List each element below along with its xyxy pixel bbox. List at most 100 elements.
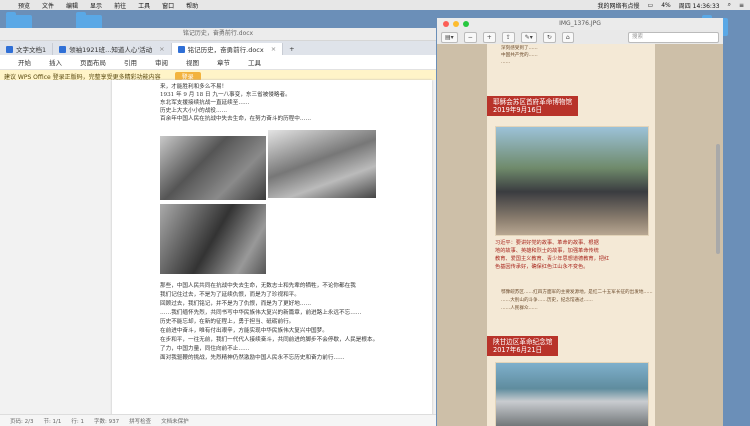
tab-label: 铭记历史，奋勇前行.docx <box>187 46 264 54</box>
paragraph: 在步和平，一往无前，我们一代代人接续奋斗，共同前进的脚步不会停歇，人民是根本。 <box>160 337 379 343</box>
image-text: 鄂豫皖苏区……红四方面军的主要发源地，是红二十五军长征的出发地…… <box>501 290 653 295</box>
menu-app[interactable]: 预览 <box>18 1 30 10</box>
quote-line: 色基因传承好，确保红色江山永不变色。 <box>495 264 589 270</box>
menu-view[interactable]: 显示 <box>90 1 102 10</box>
menu-tools[interactable]: 工具 <box>138 1 150 10</box>
paragraph: 我们记住过去，不是为了延续仇恨，而是为了珍视和平。 <box>160 292 300 298</box>
paragraph: 1931 年 9 月 18 日 九一八事变，东三省被侵略者。 <box>160 92 291 98</box>
search-icon[interactable]: ⌕ <box>728 1 731 9</box>
war-photo[interactable] <box>268 130 376 198</box>
menubar-status: 我的网络有点慢 ▭ 4% 周四 14:36:33 ⌕ ≡ <box>598 0 744 10</box>
war-photo[interactable] <box>160 136 266 200</box>
ribbon-tab-tools[interactable]: 工具 <box>248 57 261 67</box>
zoom-in-icon[interactable]: + <box>482 31 496 43</box>
wps-tabbar: 文字文档1 领袖1921班...知道人心'活动 × 铭记历史，奋勇前行.docx ×… <box>0 41 436 55</box>
minimize-window-button[interactable] <box>453 21 459 27</box>
banner-title: 陕甘边区革命纪念馆 <box>493 338 553 346</box>
image-text: ……人民群众…… <box>501 306 538 311</box>
paragraph: ……我们缅怀先烈，共同书写中华民族伟大复兴的新篇章，前进路上永远不忘…… <box>160 310 362 316</box>
share-icon[interactable]: ⇪ <box>501 31 515 43</box>
banner-date: 2019年9月16日 <box>493 106 543 114</box>
document-icon <box>59 45 67 53</box>
image-text: ……大别山的斗争……历史，纪念馆通过…… <box>501 298 593 303</box>
sidebar-toggle-icon[interactable]: ▤▾ <box>441 31 458 43</box>
ribbon-tab-section[interactable]: 章节 <box>217 57 230 67</box>
close-window-button[interactable] <box>443 21 449 27</box>
image-text: …… <box>501 60 511 65</box>
banner-date: 2017年6月21日 <box>493 346 543 354</box>
menu-list-icon[interactable]: ≡ <box>739 2 744 9</box>
menu-go[interactable]: 前往 <box>114 1 126 10</box>
rotate-icon[interactable]: ↻ <box>542 31 556 43</box>
battery-percent: 4% <box>661 1 671 9</box>
close-tab-icon[interactable]: × <box>159 45 164 53</box>
wps-statusbar: 页码: 2/3 节: 1/1 行: 1 字数: 937 拼写检查 文档未保护 <box>0 414 436 426</box>
location-banner: 耶稣会苏区首府革命博物馆 2019年9月16日 <box>487 96 579 116</box>
image-text: 中国共产党的…… <box>501 53 538 58</box>
menu-help[interactable]: 帮助 <box>186 1 198 10</box>
paragraph: 那些，中国人民共同在抗战中失去生命，无数志士和先辈的牺牲，不论你都在我 <box>160 283 356 289</box>
quote-line: 习近平：要讲好党的故事、革命的故事、根据 <box>495 240 599 246</box>
visit-photo <box>495 126 649 236</box>
ribbon-tabs: 开始 插入 页面布局 引用 审阅 视图 章节 工具 <box>0 55 436 70</box>
menu-edit[interactable]: 编辑 <box>66 1 78 10</box>
status-line: 行: 1 <box>71 419 85 425</box>
wps-window: 铭记历史，奋勇前行.docx 文字文档1 领袖1921班...知道人心'活动 × … <box>0 28 436 426</box>
document-page[interactable]: 来，才能胜利和多么不易！ 1931 年 9 月 18 日 九一八事变，东三省被侵… <box>112 80 432 416</box>
close-tab-icon[interactable]: × <box>271 45 276 53</box>
doc-tab[interactable]: 文字文档1 <box>0 43 54 55</box>
wps-window-title: 铭记历史，奋勇前行.docx <box>0 28 436 41</box>
visit-photo <box>495 362 649 426</box>
doc-tab[interactable]: 领袖1921班...知道人心'活动 × <box>53 43 172 55</box>
paragraph: 回顾过去，我们铭记，并不是为了仇恨，而是为了更好地…… <box>160 301 312 307</box>
zoom-out-icon[interactable]: − <box>463 31 477 43</box>
wifi-status[interactable]: 我的网络有点慢 <box>598 1 640 10</box>
markup-toolbox-icon[interactable]: ⌂ <box>561 31 574 43</box>
status-words[interactable]: 字数: 937 <box>94 417 119 425</box>
preview-image-area[interactable]: 深刻感受到了…… 中国共产党的…… …… 耶稣会苏区首府革命博物馆 2019年9… <box>437 44 723 426</box>
document-icon <box>6 45 13 53</box>
clock[interactable]: 周四 14:36:33 <box>679 1 720 10</box>
system-menubar: 预览 文件 编辑 显示 前往 工具 窗口 帮助 我的网络有点慢 ▭ 4% 周四 … <box>0 0 750 10</box>
ribbon-tab-home[interactable]: 开始 <box>18 57 31 67</box>
status-page[interactable]: 页码: 2/3 <box>10 417 33 425</box>
paragraph: 百余年中国人民在抗战中失去生命，在努力奋斗的历程中…… <box>160 116 312 122</box>
document-area[interactable]: 来，才能胜利和多么不易！ 1931 年 9 月 18 日 九一八事变，东三省被侵… <box>0 80 436 416</box>
spell-check-toggle[interactable]: 拼写检查 <box>129 417 151 425</box>
menu-file[interactable]: 文件 <box>42 1 54 10</box>
battery-icon[interactable]: ▭ <box>648 2 654 9</box>
new-tab-button[interactable]: + <box>283 43 300 55</box>
doc-tab-active[interactable]: 铭记历史，奋勇前行.docx × <box>171 43 284 55</box>
paragraph: 东北军支援接续抗战一直延续至…… <box>160 100 250 106</box>
image-page[interactable]: 深刻感受到了…… 中国共产党的…… …… 耶稣会苏区首府革命博物馆 2019年9… <box>487 44 655 426</box>
doc-protect-status[interactable]: 文档未保护 <box>161 417 189 425</box>
image-text: 深刻感受到了…… <box>501 46 538 51</box>
status-section: 节: 1/1 <box>43 419 62 425</box>
window-controls <box>443 21 469 27</box>
document-icon <box>177 45 185 53</box>
paragraph: 来，才能胜利和多么不易！ <box>160 84 228 90</box>
paragraph: 在前进中奋斗，唯有付出艰辛，方能实现中华民族伟大复兴中国梦。 <box>160 328 328 334</box>
zoom-window-button[interactable] <box>463 21 469 27</box>
quote-line: 教育、爱国主义教育、青少年思想道德教育，把红 <box>495 256 610 262</box>
preview-titlebar: IMG_1376.JPG <box>437 18 723 30</box>
banner-title: 耶稣会苏区首府革命博物馆 <box>493 98 573 106</box>
search-input[interactable]: 搜索 <box>628 31 719 43</box>
paragraph: 了力，中国力量，同住向前不止…… <box>160 346 250 352</box>
paragraph: 面对我驱鞭的挑战，先烈精神仍然激励中国人民永不忘历史和奋力前行…… <box>160 355 345 361</box>
preview-toolbar: ▤▾ − + ⇪ ✎▾ ↻ ⌂ 搜索 <box>437 30 723 45</box>
ribbon-tab-insert[interactable]: 插入 <box>49 57 62 67</box>
ribbon-tab-view[interactable]: 视图 <box>186 57 199 67</box>
location-banner: 陕甘边区革命纪念馆 2017年6月21日 <box>487 336 559 356</box>
tab-label: 领袖1921班...知道人心'活动 <box>69 46 153 54</box>
preview-window: IMG_1376.JPG ▤▾ − + ⇪ ✎▾ ↻ ⌂ 搜索 深刻感受到了……… <box>437 18 723 426</box>
war-photo[interactable] <box>160 204 266 274</box>
preview-title: IMG_1376.JPG <box>559 20 601 27</box>
paragraph: 历史不能忘却，在新的征程上，勇于担当、砥砺前行。 <box>160 319 295 325</box>
markup-pen-icon[interactable]: ✎▾ <box>520 31 537 43</box>
ribbon-tab-review[interactable]: 审阅 <box>155 57 168 67</box>
ribbon-tab-references[interactable]: 引用 <box>124 57 137 67</box>
scrollbar-thumb[interactable] <box>716 144 720 254</box>
ribbon-tab-layout[interactable]: 页面布局 <box>80 57 106 67</box>
menu-window[interactable]: 窗口 <box>162 1 174 10</box>
